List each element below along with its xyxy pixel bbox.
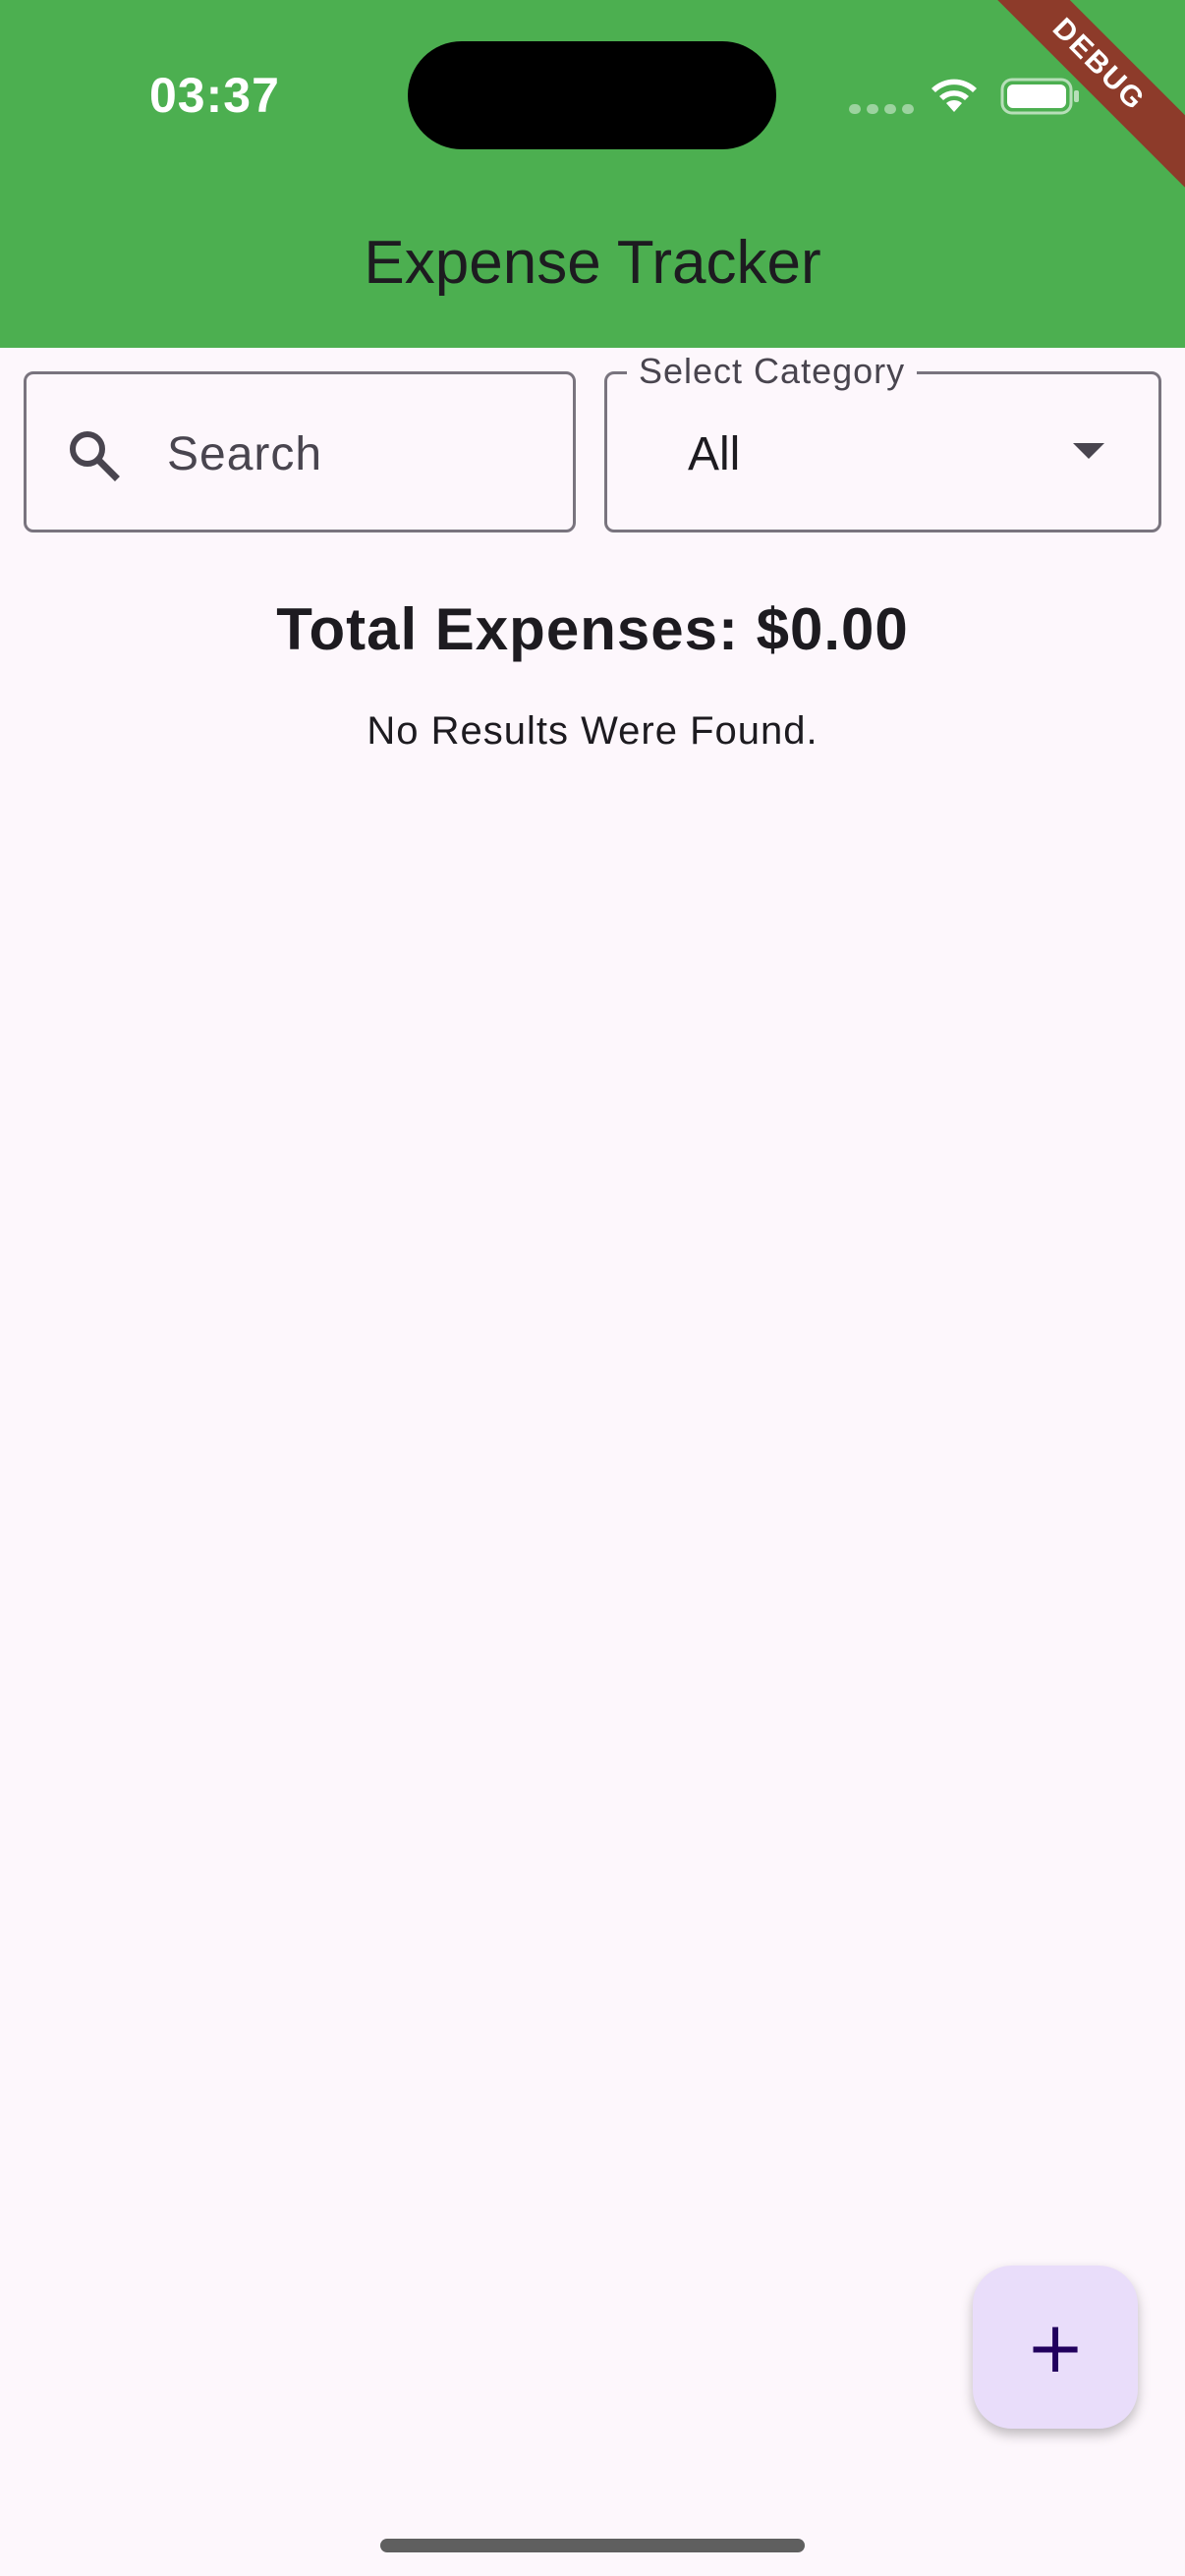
- search-placeholder: Search: [167, 428, 323, 480]
- wifi-icon: [931, 79, 977, 112]
- dynamic-island: [408, 41, 776, 149]
- category-dropdown-value: All: [688, 428, 741, 480]
- status-time: 03:37: [149, 68, 280, 123]
- cellular-signal-icon: [849, 104, 914, 114]
- category-dropdown[interactable]: Select Category All: [604, 351, 1161, 532]
- empty-state-message: No Results Were Found.: [367, 709, 818, 753]
- category-dropdown-label: Select Category: [627, 351, 918, 392]
- add-icon: +: [1025, 2306, 1086, 2388]
- expense-tracker-screen: 03:37 DEBUG Expense Tracker Search Selec…: [0, 0, 1185, 2576]
- add-expense-button[interactable]: +: [973, 2266, 1138, 2429]
- search-input[interactable]: Search: [24, 371, 576, 532]
- total-expenses: Total Expenses: $0.00: [276, 596, 909, 662]
- home-indicator[interactable]: [380, 2539, 805, 2552]
- app-bar: 03:37 DEBUG Expense Tracker: [0, 0, 1185, 348]
- battery-icon: [1000, 78, 1079, 115]
- page-title: Expense Tracker: [364, 229, 821, 297]
- chevron-down-icon: [1073, 443, 1104, 459]
- search-icon: [70, 431, 120, 481]
